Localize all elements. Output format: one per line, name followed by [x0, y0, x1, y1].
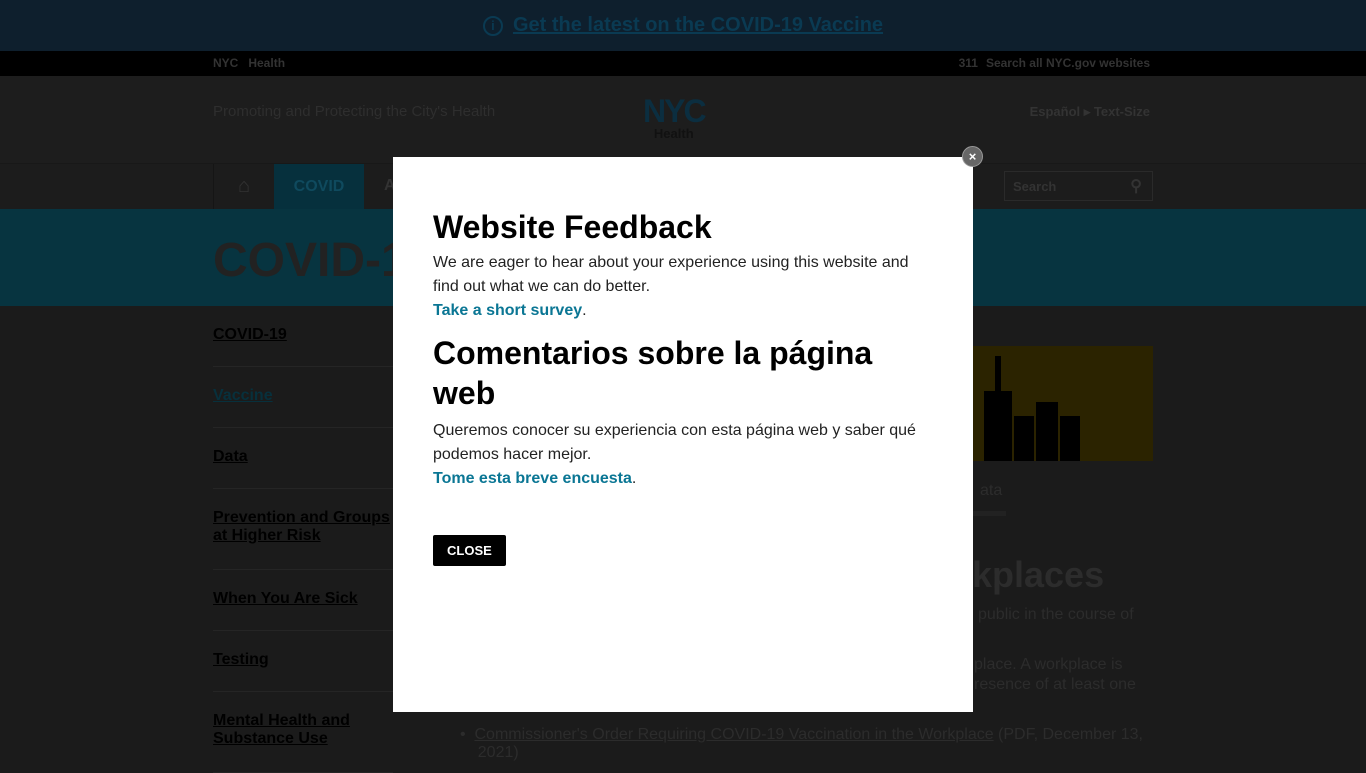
- survey-link-es[interactable]: Tome esta breve encuesta: [433, 470, 632, 487]
- page-title: COVID-1: [213, 234, 408, 287]
- modal-title-es: Comentarios sobre la página web: [433, 335, 873, 411]
- section-heading: kplaces: [972, 554, 1105, 595]
- feedback-modal: Website Feedback We are eager to hear ab…: [393, 157, 973, 712]
- vaccine-banner-link[interactable]: Get the latest on the COVID-19 Vaccine: [513, 14, 883, 37]
- sidebar-item[interactable]: Testing: [213, 631, 393, 692]
- tagline: Promoting and Protecting the City's Heal…: [213, 103, 496, 120]
- nav-covid[interactable]: COVID: [274, 164, 364, 209]
- body-text: public in the course of: [978, 606, 1134, 623]
- commissioner-order-link[interactable]: Commissioner's Order Requiring COVID-19 …: [475, 726, 994, 743]
- site-header: Promoting and Protecting the City's Heal…: [0, 76, 1366, 164]
- modal-body-es: Queremos conocer su experiencia con esta…: [433, 422, 916, 463]
- body-text: resence of at least one: [974, 676, 1136, 693]
- text-size-link[interactable]: Text-Size: [1094, 104, 1150, 119]
- search-icon[interactable]: ⚲: [1130, 176, 1142, 196]
- sidebar-item[interactable]: Mental Health and Substance Use: [213, 692, 393, 773]
- modal-title-en: Website Feedback: [433, 209, 712, 245]
- data-link[interactable]: ata: [980, 482, 1002, 500]
- search-input[interactable]: Search ⚲: [1004, 171, 1153, 201]
- list-item: • Commissioner's Order Requiring COVID-1…: [460, 726, 1143, 761]
- close-icon[interactable]: ×: [962, 146, 983, 167]
- sidebar-item[interactable]: Prevention and Groups at Higher Risk: [213, 489, 393, 570]
- nyc-health-logo[interactable]: NYC Health: [643, 95, 707, 141]
- body-text: place. A workplace is: [974, 656, 1123, 673]
- health-link[interactable]: Health: [248, 56, 285, 70]
- vaccine-banner: i Get the latest on the COVID-19 Vaccine: [0, 0, 1366, 51]
- sidebar-item[interactable]: COVID-19: [213, 306, 393, 367]
- home-icon[interactable]: ⌂: [213, 164, 274, 209]
- espanol-link[interactable]: Español: [1030, 104, 1081, 119]
- search-all-link[interactable]: Search all NYC.gov websites: [986, 56, 1150, 70]
- skyline-image: [972, 346, 1153, 461]
- sidebar: COVID-19 Vaccine Data Prevention and Gro…: [213, 306, 393, 773]
- sidebar-item[interactable]: Data: [213, 428, 393, 489]
- nyc-logo[interactable]: NYC: [213, 56, 238, 70]
- survey-link-en[interactable]: Take a short survey: [433, 302, 582, 319]
- top-bar: NYC Health 311 Search all NYC.gov websites: [0, 51, 1366, 76]
- sidebar-item[interactable]: When You Are Sick: [213, 570, 393, 631]
- close-button[interactable]: CLOSE: [433, 535, 506, 566]
- info-icon: i: [482, 15, 503, 36]
- 311-link[interactable]: 311: [959, 56, 978, 70]
- sidebar-item[interactable]: Vaccine: [213, 367, 393, 428]
- modal-body-en: We are eager to hear about your experien…: [433, 254, 909, 295]
